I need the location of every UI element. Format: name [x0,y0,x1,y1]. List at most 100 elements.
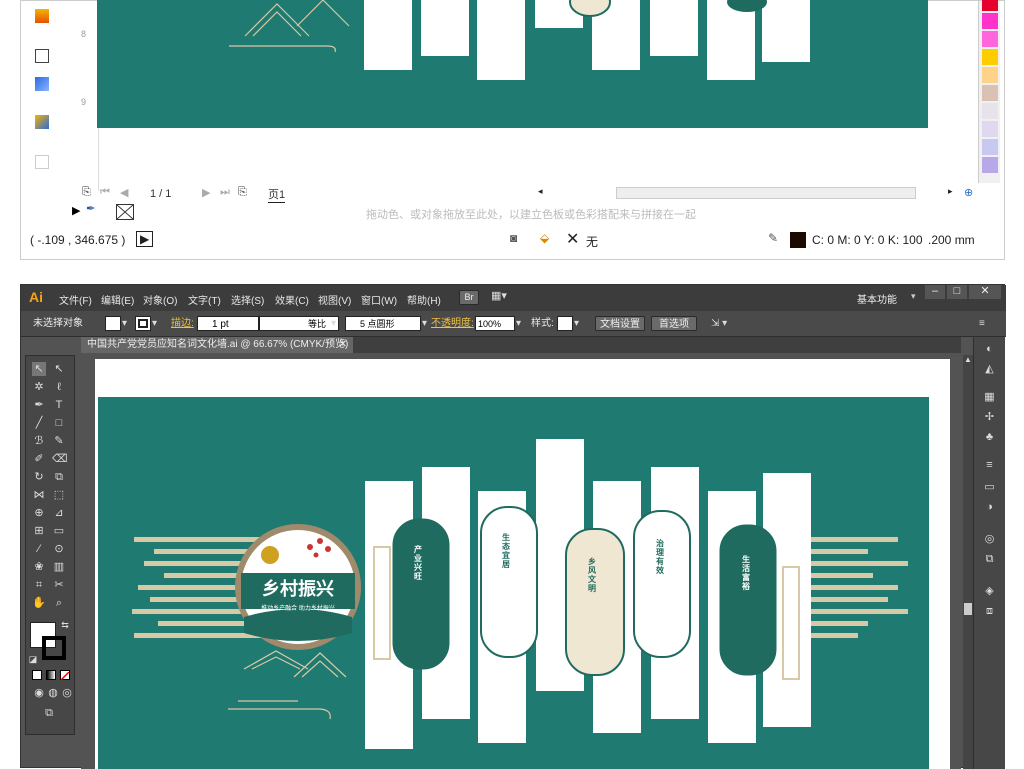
slice-tool-icon[interactable]: ✂ [52,578,66,592]
blend-tool-icon[interactable] [35,77,49,91]
scale-tool-icon[interactable]: ⧉ [52,470,66,484]
style-swatch[interactable] [557,316,573,331]
stroke-panel-icon[interactable]: ≡ [982,459,997,472]
swatch[interactable] [982,67,998,83]
menu-edit[interactable]: 编辑(E) [101,292,134,307]
last-page-icon[interactable]: ⏭ [220,186,230,199]
prev-page-icon[interactable]: ◀ [120,186,128,199]
panel-menu-icon[interactable]: ≡ [979,316,985,331]
menu-help[interactable]: 帮助(H) [407,292,441,307]
mesh-tool-icon[interactable]: ⊞ [32,524,46,538]
paintbrush-tool-icon[interactable]: ℬ [32,434,46,448]
rotate-tool-icon[interactable]: ↻ [32,470,46,484]
culture-wall-artwork[interactable]: 乡村振兴 推动乡产融合 助力乡村振兴 产业兴旺 生态宜居 乡风文明 治理有效 生… [98,397,929,769]
color-guide-panel-icon[interactable]: ◭ [982,363,997,376]
lasso-tool-icon[interactable]: ℓ [52,380,66,394]
none-icon[interactable]: ✕ [566,229,579,249]
swatch[interactable] [982,121,998,137]
swatch[interactable] [982,49,998,65]
menu-view[interactable]: 视图(V) [318,292,351,307]
zoom-icon[interactable]: ⊕ [964,186,973,199]
color-mode-icon[interactable] [32,670,42,680]
menu-select[interactable]: 选择(S) [231,292,264,307]
swatch-tool-icon[interactable] [35,9,49,23]
perspective-grid-tool-icon[interactable]: ⊿ [52,506,66,520]
gradient-tool-icon[interactable]: ▭ [52,524,66,538]
canvas-area[interactable]: 乡村振兴 推动乡产融合 助力乡村振兴 产业兴旺 生态宜居 乡风文明 治理有效 生… [81,353,961,769]
brush-definition[interactable]: 5 点圆形 [345,316,421,331]
transparency-panel-icon[interactable]: ◑ [982,501,997,514]
type-tool-icon[interactable]: T [52,398,66,412]
screen-mode-icon[interactable]: ⧉ [42,706,56,720]
eyedropper-icon[interactable] [35,115,49,129]
symbol-sprayer-tool-icon[interactable]: ❀ [32,560,46,574]
fill-swatch[interactable] [105,316,121,331]
menu-file[interactable]: 文件(F) [59,292,92,307]
page-add-icon[interactable]: ⎘ [238,186,247,199]
menu-type[interactable]: 文字(T) [188,292,221,307]
none-mode-icon[interactable] [60,670,70,681]
document-tab[interactable]: 中国共产党党员应知名词文化墙.ai @ 66.67% (CMYK/预览) ✕ [81,337,353,353]
scroll-up-icon[interactable]: ▲ [964,355,972,364]
vertical-scrollbar[interactable]: ▲ [963,355,973,769]
profile-dropdown-icon[interactable]: ▾ [331,316,336,331]
menu-object[interactable]: 对象(O) [143,292,177,307]
workspace-dropdown-icon[interactable]: ▾ [911,291,916,302]
close-button[interactable]: ✕ [969,285,1001,299]
graphic-styles-panel-icon[interactable]: ⧉ [982,553,997,566]
blend-tool-icon[interactable]: ⊙ [52,542,66,556]
scroll-right-icon[interactable]: ▸ [948,186,953,197]
default-colors-icon[interactable]: ◪ [26,652,40,666]
arrange-documents-icon[interactable]: ▦▾ [491,289,507,302]
swatch[interactable] [982,31,998,47]
draw-behind-icon[interactable]: ◍ [46,686,60,700]
brushes-panel-icon[interactable]: ✢ [982,411,997,424]
pen-tool-icon[interactable]: ✒ [32,398,46,412]
rectangle-tool-icon[interactable]: □ [52,416,66,430]
artboard-tool-icon[interactable]: ⌗ [32,578,46,592]
no-fill-swatch[interactable] [116,204,134,220]
bridge-button[interactable]: Br [459,290,479,305]
brush-dropdown-icon[interactable]: ▾ [422,316,427,331]
workspace-switcher[interactable]: 基本功能 [857,291,897,306]
opacity-field[interactable]: 100% [475,316,515,331]
paint-bucket-icon[interactable]: ⬙ [540,231,549,245]
close-tab-icon[interactable]: ✕ [339,337,347,353]
zoom-tool-icon[interactable]: ⌕ [52,596,66,610]
stroke-label[interactable]: 描边: [171,316,194,331]
stroke-weight-field[interactable]: 1 pt [197,316,259,331]
layers-panel-icon[interactable]: ◈ [982,585,997,598]
selection-tool-icon[interactable]: ↖ [32,362,46,376]
rectangle-icon[interactable] [35,49,49,63]
hand-tool-icon[interactable]: ✋ [32,596,46,610]
camera-icon[interactable]: ◙ [510,231,517,245]
pencil-tool-icon[interactable]: ✎ [52,434,66,448]
appearance-panel-icon[interactable]: ◎ [982,533,997,546]
minimize-button[interactable]: – [925,285,945,299]
arrange-icon[interactable]: ⇲ ▾ [711,316,727,331]
symbols-panel-icon[interactable]: ♣ [982,431,997,444]
first-page-icon[interactable]: ⏮ [100,186,110,199]
eyedropper-icon[interactable]: ✒ [86,202,95,215]
pen-icon[interactable]: ✎ [768,231,778,245]
play-icon[interactable]: ▶ [72,204,80,217]
symbol-icon[interactable] [35,155,49,169]
eraser-tool-icon[interactable]: ⌫ [52,452,68,466]
style-dropdown-icon[interactable]: ▾ [574,316,579,331]
swap-colors-icon[interactable]: ⇆ [58,618,72,632]
column-graph-tool-icon[interactable]: ▥ [52,560,66,574]
free-transform-tool-icon[interactable]: ⬚ [52,488,66,502]
maximize-button[interactable]: □ [947,285,967,299]
menu-window[interactable]: 窗口(W) [361,292,397,307]
blob-brush-tool-icon[interactable]: ✐ [32,452,46,466]
swatch[interactable] [982,0,998,11]
draw-normal-icon[interactable]: ◉ [32,686,46,700]
shape-builder-tool-icon[interactable]: ⊕ [32,506,46,520]
color-panel-icon[interactable]: ◐ [982,343,997,356]
swatches-panel-icon[interactable]: ▦ [982,391,997,404]
menu-effect[interactable]: 效果(C) [275,292,309,307]
artboards-panel-icon[interactable]: ⧈ [982,605,997,618]
eyedropper-tool-icon[interactable]: ⁄ [32,542,46,556]
color-swatch[interactable] [790,232,806,248]
stroke-swatch[interactable] [135,316,151,331]
